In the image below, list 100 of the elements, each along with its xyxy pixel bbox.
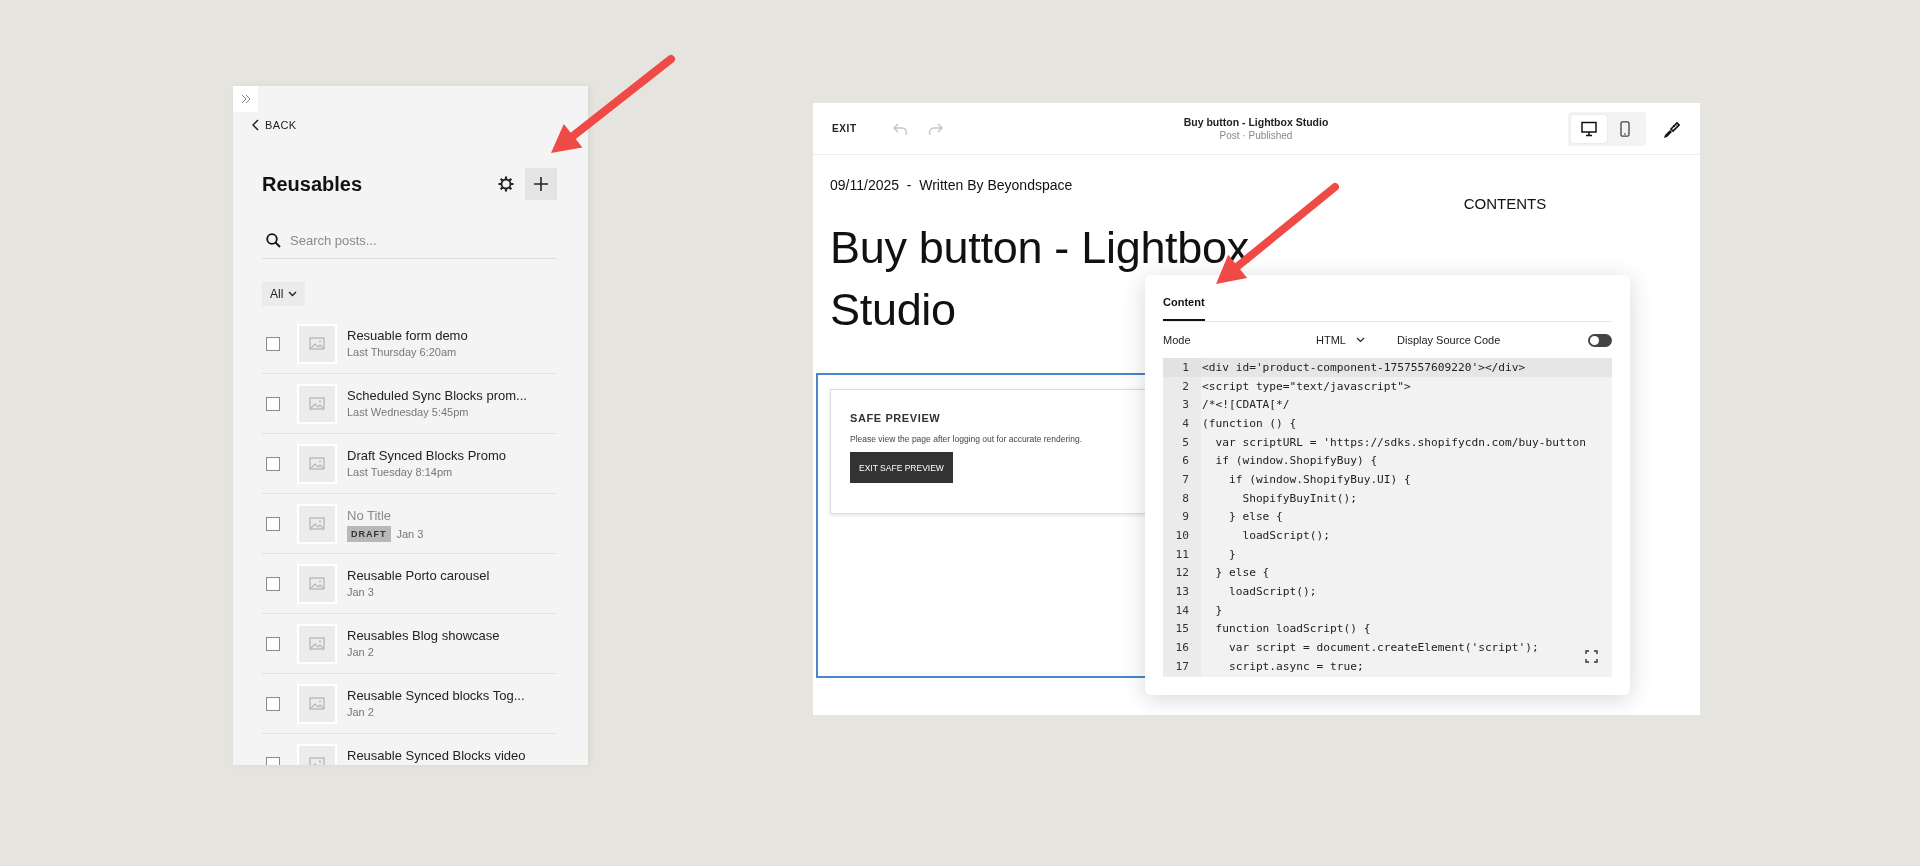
post-title: Reusable Synced Blocks video bbox=[347, 747, 526, 763]
image-icon bbox=[308, 695, 326, 712]
code-line: } else { bbox=[1214, 566, 1270, 580]
code-line: <script type="text/javascript"> bbox=[1201, 379, 1411, 393]
page-status: Post · Published bbox=[1218, 130, 1294, 141]
post-row[interactable]: Reusable Porto carousel Jan 3 bbox=[262, 554, 557, 614]
code-line: ShopifyBuyInit(); bbox=[1241, 491, 1357, 505]
device-toggle[interactable] bbox=[1571, 114, 1607, 143]
post-row[interactable]: Resuable form demo Last Thursday 6:20am bbox=[262, 314, 557, 374]
checkbox[interactable] bbox=[266, 696, 280, 711]
card-title: SAFE PREVIEW bbox=[850, 412, 942, 424]
image-icon bbox=[308, 395, 326, 412]
plus-icon bbox=[533, 176, 549, 192]
code-line: (function () { bbox=[1201, 416, 1297, 430]
tab[interactable]: Content bbox=[1163, 296, 1205, 321]
post-title: Reusables Blog showcase bbox=[347, 627, 500, 643]
line-number: 7 bbox=[1163, 470, 1201, 489]
code-line: function loadScript() { bbox=[1214, 622, 1371, 636]
code-line: if (window.ShopifyBuy.UI) { bbox=[1227, 472, 1411, 486]
line-number: 16 bbox=[1163, 638, 1201, 657]
checkbox[interactable] bbox=[266, 636, 280, 651]
post-row[interactable]: Scheduled Sync Blocks prom... Last Wednesday 5:45pm bbox=[262, 374, 557, 434]
image-icon bbox=[308, 455, 326, 472]
double-chevron-icon bbox=[239, 93, 252, 105]
mode-dropdown[interactable]: HTML bbox=[1316, 334, 1397, 346]
post-date: Jan 2 bbox=[347, 645, 374, 658]
line-number: 3 bbox=[1163, 395, 1201, 415]
code-line: var scriptURL = 'https://sdks.shopifycdn.com/buy-button bbox=[1214, 435, 1586, 449]
exit-safe-preview-button[interactable]: EXIT SAFE PREVIEW bbox=[850, 452, 953, 483]
image-icon bbox=[308, 515, 326, 532]
post-row[interactable]: No Title DRAFT Jan 3 bbox=[262, 494, 557, 554]
line-number: 10 bbox=[1163, 526, 1201, 545]
post-row[interactable]: Reusable Synced Blocks video bbox=[262, 734, 557, 765]
checkbox[interactable] bbox=[266, 576, 280, 591]
post-title: No Title bbox=[347, 507, 393, 523]
line-number: 4 bbox=[1163, 414, 1201, 433]
fullscreen-icon[interactable] bbox=[1585, 650, 1598, 663]
post-date: Last Wednesday 5:45pm bbox=[347, 405, 469, 418]
settings-icon[interactable] bbox=[497, 175, 515, 193]
post-title: Resuable form demo bbox=[347, 327, 468, 343]
redo-icon[interactable] bbox=[927, 122, 943, 135]
field-label: Display Source Code bbox=[1397, 334, 1502, 346]
post-date: Jan 2 bbox=[347, 705, 374, 718]
toggle-switch[interactable] bbox=[1588, 333, 1612, 347]
checkbox[interactable] bbox=[266, 336, 280, 351]
checkbox[interactable] bbox=[266, 396, 280, 411]
search-field[interactable]: Search posts... bbox=[290, 232, 530, 248]
line-number: 13 bbox=[1163, 582, 1201, 601]
add-button[interactable] bbox=[525, 168, 557, 200]
page-title: Buy button - Lightbox Studio bbox=[1183, 116, 1329, 128]
post-byline: 09/11/2025 - Written By Beyondspace bbox=[830, 177, 1074, 193]
post-title: Reusable Synced blocks Tog... bbox=[347, 687, 525, 703]
panel-title: Reusables bbox=[262, 172, 364, 196]
code-line: } else { bbox=[1227, 510, 1283, 524]
code-line: loadScript(); bbox=[1241, 529, 1330, 543]
desktop-icon bbox=[1581, 120, 1597, 137]
line-number: 6 bbox=[1163, 451, 1201, 471]
phone-icon bbox=[1617, 120, 1633, 137]
code-line: script.async = true; bbox=[1227, 659, 1364, 673]
post-date: Jan 3 bbox=[396, 527, 424, 540]
code-line: } bbox=[1214, 603, 1223, 617]
heading-line: Studio bbox=[830, 283, 956, 337]
field-label: Mode bbox=[1163, 334, 1192, 346]
code-line: <div id='product-component-1757557609220'></div> bbox=[1201, 360, 1526, 374]
filter-dropdown[interactable]: All bbox=[262, 282, 306, 306]
post-row[interactable]: Draft Synced Blocks Promo Last Tuesday 8:14pm bbox=[262, 434, 557, 494]
code-line: if (window.ShopifyBuy) { bbox=[1214, 454, 1378, 468]
paintbrush-icon[interactable] bbox=[1662, 119, 1680, 138]
search-icon bbox=[266, 232, 281, 248]
expand-button[interactable] bbox=[233, 86, 258, 112]
post-title: Scheduled Sync Blocks prom... bbox=[347, 387, 527, 403]
image-icon bbox=[308, 335, 326, 352]
checkbox[interactable] bbox=[266, 516, 280, 531]
post-title: Draft Synced Blocks Promo bbox=[347, 447, 506, 463]
undo-icon[interactable] bbox=[892, 122, 908, 135]
code-line: } bbox=[1227, 547, 1236, 561]
post-row[interactable]: Reusable Synced blocks Tog... Jan 2 bbox=[262, 674, 557, 734]
chevron-down-icon bbox=[288, 291, 298, 297]
line-number: 1 bbox=[1163, 358, 1201, 377]
contents-heading: CONTENTS bbox=[1462, 195, 1548, 212]
checkbox[interactable] bbox=[266, 456, 280, 471]
back-button[interactable]: BACK bbox=[252, 118, 297, 132]
code-editor[interactable] bbox=[1163, 358, 1612, 677]
code-line: /*<![CDATA[*/ bbox=[1201, 398, 1290, 412]
code-line: var script = document.createElement('script'); bbox=[1227, 641, 1539, 655]
line-number: 17 bbox=[1163, 657, 1201, 676]
post-title: Reusable Porto carousel bbox=[347, 567, 490, 583]
image-icon bbox=[308, 575, 326, 592]
post-date: Jan 3 bbox=[347, 585, 374, 598]
code-line: loadScript(); bbox=[1227, 585, 1317, 599]
post-row[interactable]: Reusables Blog showcase Jan 2 bbox=[262, 614, 557, 674]
post-date: Last Thursday 6:20am bbox=[347, 345, 457, 358]
chevron-left-icon bbox=[252, 119, 260, 131]
post-date: Last Tuesday 8:14pm bbox=[347, 465, 453, 478]
chevron-down-icon bbox=[1355, 337, 1365, 343]
image-icon bbox=[308, 635, 326, 652]
card-message: Please view the page after logging out for accurate rendering. bbox=[850, 434, 1083, 444]
heading-line: Buy button - Lightbox bbox=[830, 221, 1249, 275]
status-badge: DRAFT bbox=[347, 525, 391, 542]
exit-button[interactable]: EXIT bbox=[832, 123, 857, 134]
